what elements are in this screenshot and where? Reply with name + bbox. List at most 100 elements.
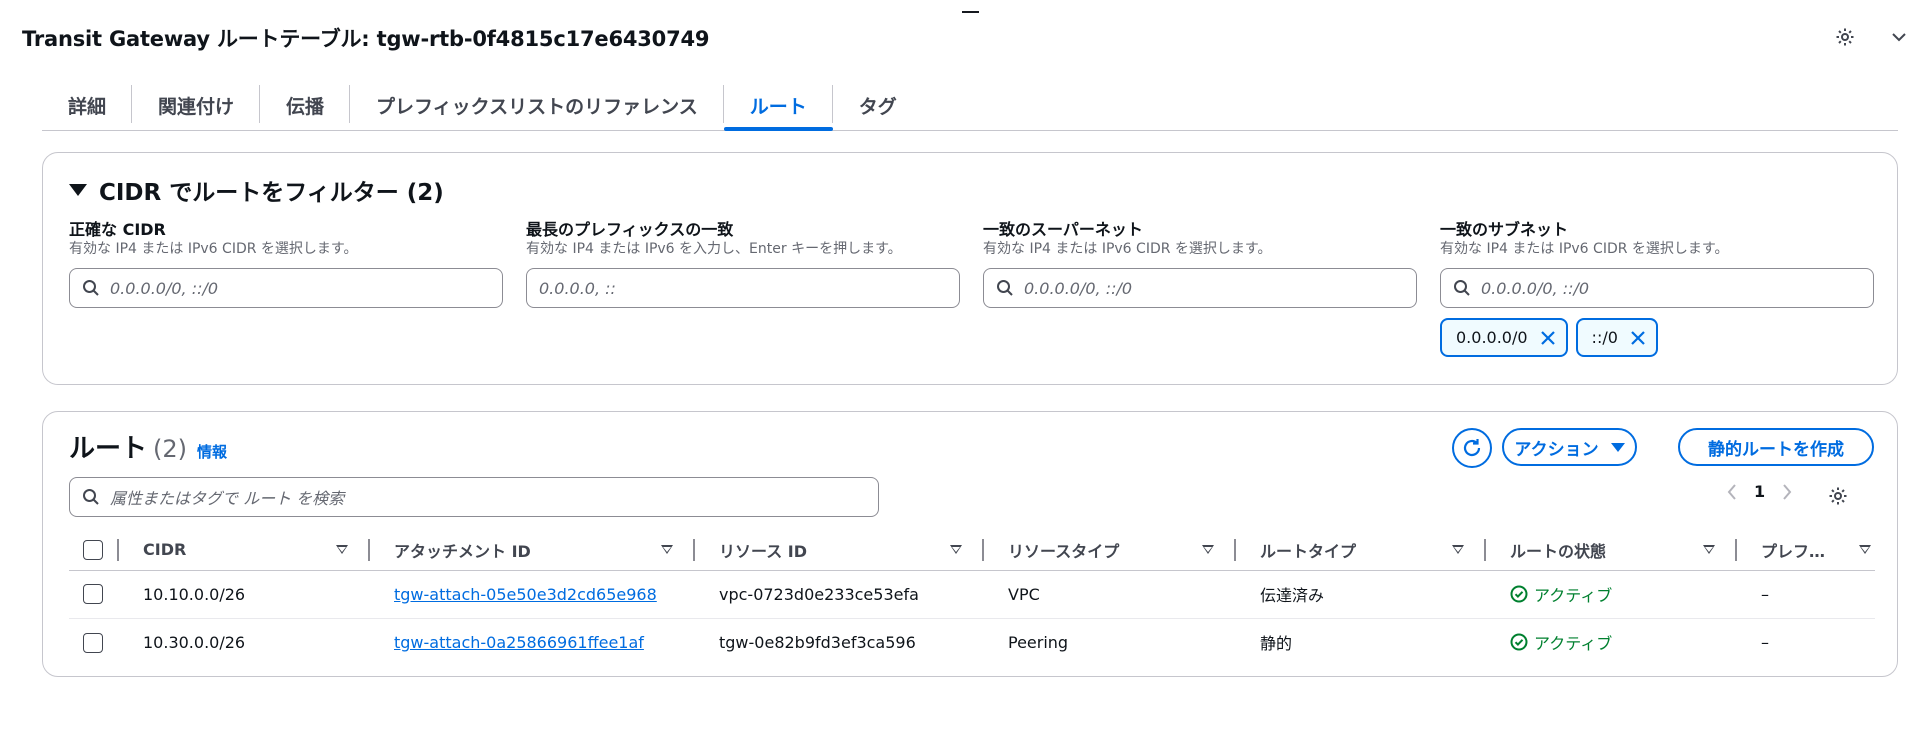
caret-down-icon bbox=[1610, 442, 1625, 452]
filter-token: 0.0.0.0/0 bbox=[1440, 318, 1568, 357]
attachment-id-cell: tgw-attach-0a25866961ffee1af bbox=[370, 618, 695, 666]
row-checkbox[interactable] bbox=[83, 584, 103, 605]
refresh-button[interactable] bbox=[1452, 428, 1492, 468]
sort-icon bbox=[1703, 545, 1715, 555]
route-state-cell: アクティブ bbox=[1486, 570, 1737, 619]
row-checkbox[interactable] bbox=[83, 632, 103, 653]
column-header-cidr[interactable]: CIDR bbox=[119, 530, 370, 571]
tab-associations[interactable]: 関連付け bbox=[132, 82, 261, 128]
tab-routes[interactable]: ルート bbox=[723, 82, 833, 131]
routes-heading: ルート (2) 情報 bbox=[69, 428, 227, 465]
table-row[interactable]: 10.10.0.0/26 tgw-attach-05e50e3d2cd65e96… bbox=[69, 570, 1875, 619]
status-indicator: アクティブ bbox=[1510, 582, 1737, 606]
sort-icon bbox=[950, 545, 962, 555]
status-indicator: アクティブ bbox=[1510, 630, 1737, 654]
attachment-id-cell: tgw-attach-05e50e3d2cd65e968 bbox=[370, 570, 695, 619]
chevron-left-icon[interactable] bbox=[1726, 483, 1738, 501]
filter-label: 一致のスーパーネット bbox=[983, 220, 1143, 239]
attachment-id-link[interactable]: tgw-attach-0a25866961ffee1af bbox=[394, 633, 644, 652]
routes-count: (2) bbox=[153, 435, 188, 463]
cidr-cell: 10.10.0.0/26 bbox=[119, 570, 370, 619]
sort-icon bbox=[661, 545, 673, 555]
actions-button[interactable]: アクション bbox=[1502, 428, 1637, 466]
settings-gear-icon[interactable] bbox=[1835, 27, 1855, 47]
check-circle-icon bbox=[1510, 585, 1528, 603]
resource-type-cell: VPC bbox=[984, 570, 1236, 619]
info-link[interactable]: 情報 bbox=[197, 441, 227, 462]
route-type-cell: 伝達済み bbox=[1236, 570, 1486, 619]
column-header-attachment-id[interactable]: アタッチメント ID bbox=[370, 530, 695, 571]
table-row[interactable]: 10.30.0.0/26 tgw-attach-0a25866961ffee1a… bbox=[69, 618, 1875, 666]
tab-propagations[interactable]: 伝播 bbox=[260, 82, 351, 128]
filter-description: 有効な IP4 または IPv6 CIDR を選択します。 bbox=[1440, 241, 1729, 257]
subnet-filter: 一致のサブネット 有効な IP4 または IPv6 CIDR を選択します。 0… bbox=[1440, 220, 1874, 357]
page-title: Transit Gateway ルートテーブル: tgw-rtb-0f4815c… bbox=[22, 27, 710, 51]
search-icon bbox=[1454, 280, 1470, 296]
cidr-filter-panel: CIDR でルートをフィルター (2) 正確な CIDR 有効な IP4 または… bbox=[42, 152, 1898, 385]
supernet-input[interactable]: 0.0.0.0/0, ::/0 bbox=[983, 268, 1417, 308]
tab-tags[interactable]: タグ bbox=[833, 82, 923, 128]
longest-prefix-input[interactable]: 0.0.0.0, :: bbox=[526, 268, 960, 308]
resource-id-cell: vpc-0723d0e233ce53efa bbox=[695, 570, 984, 619]
exact-cidr-input[interactable]: 0.0.0.0/0, ::/0 bbox=[69, 268, 503, 308]
current-page[interactable]: 1 bbox=[1754, 482, 1765, 501]
table-settings-gear-icon[interactable] bbox=[1828, 486, 1848, 506]
prefix-list-cell: – bbox=[1761, 632, 1769, 652]
row-select-cell bbox=[69, 618, 119, 666]
prefix-list-cell: – bbox=[1737, 570, 1875, 619]
select-all-cell bbox=[69, 530, 119, 571]
table-header-row: CIDR アタッチメント ID リソース ID リソースタイプ ルートタイプ ル… bbox=[69, 530, 1875, 571]
column-header-route-state[interactable]: ルートの状態 bbox=[1486, 530, 1737, 571]
sort-icon bbox=[1859, 545, 1871, 555]
pagination: 1 bbox=[1726, 482, 1793, 501]
column-header-prefix-list[interactable]: プレフ… bbox=[1737, 530, 1875, 571]
routes-title: ルート bbox=[69, 434, 148, 464]
route-search-input[interactable]: 属性またはタグで ルート を検索 bbox=[69, 477, 879, 517]
attachment-id-link[interactable]: tgw-attach-05e50e3d2cd65e968 bbox=[394, 585, 657, 604]
filter-description: 有効な IP4 または IPv6 CIDR を選択します。 bbox=[69, 241, 358, 257]
column-header-route-type[interactable]: ルートタイプ bbox=[1236, 530, 1486, 571]
resource-id-cell: tgw-0e82b9fd3ef3ca596 bbox=[719, 632, 916, 652]
search-icon bbox=[997, 280, 1013, 296]
refresh-icon bbox=[1463, 439, 1481, 457]
filter-label: 一致のサブネット bbox=[1440, 220, 1569, 239]
supernet-filter: 一致のスーパーネット 有効な IP4 または IPv6 CIDR を選択します。… bbox=[983, 220, 1417, 308]
chevron-down-icon[interactable] bbox=[1890, 28, 1908, 46]
routes-panel: ルート (2) 情報 アクション 静的ルートを作成 属性またはタグで ルート を… bbox=[42, 411, 1898, 677]
filter-expand-toggle[interactable]: CIDR でルートをフィルター (2) bbox=[69, 173, 444, 207]
filter-description: 有効な IP4 または IPv6 を入力し、Enter キーを押します。 bbox=[526, 241, 902, 257]
tab-bar: 詳細 関連付け 伝播 プレフィックスリストのリファレンス ルート タグ bbox=[42, 82, 1898, 131]
sort-icon bbox=[336, 545, 348, 555]
row-select-cell bbox=[69, 570, 119, 619]
route-type-cell: 静的 bbox=[1260, 634, 1293, 654]
column-header-resource-type[interactable]: リソースタイプ bbox=[984, 530, 1236, 571]
close-icon[interactable] bbox=[1540, 330, 1556, 346]
check-circle-icon bbox=[1510, 633, 1528, 651]
search-icon bbox=[83, 280, 99, 296]
longest-prefix-filter: 最長のプレフィックスの一致 有効な IP4 または IPv6 を入力し、Ente… bbox=[526, 220, 960, 308]
subnet-token-list: 0.0.0.0/0 ::/0 bbox=[1440, 318, 1874, 357]
routes-table: CIDR アタッチメント ID リソース ID リソースタイプ ルートタイプ ル… bbox=[69, 530, 1875, 666]
route-state-cell: アクティブ bbox=[1486, 618, 1737, 666]
resource-type-cell: Peering bbox=[1008, 632, 1069, 652]
close-icon[interactable] bbox=[1630, 330, 1646, 346]
sort-icon bbox=[1452, 545, 1464, 555]
filter-description: 有効な IP4 または IPv6 CIDR を選択します。 bbox=[983, 241, 1272, 257]
filter-title: CIDR でルートをフィルター (2) bbox=[99, 180, 444, 206]
filter-label: 正確な CIDR bbox=[69, 220, 166, 239]
caret-down-icon bbox=[69, 184, 87, 196]
filter-label: 最長のプレフィックスの一致 bbox=[526, 220, 734, 239]
filter-token: ::/0 bbox=[1575, 318, 1658, 357]
subnet-input[interactable]: 0.0.0.0/0, ::/0 bbox=[1440, 268, 1874, 308]
cidr-cell: 10.30.0.0/26 bbox=[143, 632, 246, 652]
tab-details[interactable]: 詳細 bbox=[42, 82, 133, 128]
select-all-checkbox[interactable] bbox=[83, 540, 103, 560]
chevron-right-icon[interactable] bbox=[1781, 483, 1793, 501]
sort-icon bbox=[1202, 545, 1214, 555]
column-header-resource-id[interactable]: リソース ID bbox=[695, 530, 984, 571]
create-static-route-button[interactable]: 静的ルートを作成 bbox=[1678, 428, 1874, 466]
exact-cidr-filter: 正確な CIDR 有効な IP4 または IPv6 CIDR を選択します。 0… bbox=[69, 220, 503, 308]
panel-resize-handle[interactable] bbox=[962, 11, 979, 13]
tab-prefix-list-references[interactable]: プレフィックスリストのリファレンス bbox=[350, 82, 724, 128]
search-icon bbox=[83, 489, 99, 505]
